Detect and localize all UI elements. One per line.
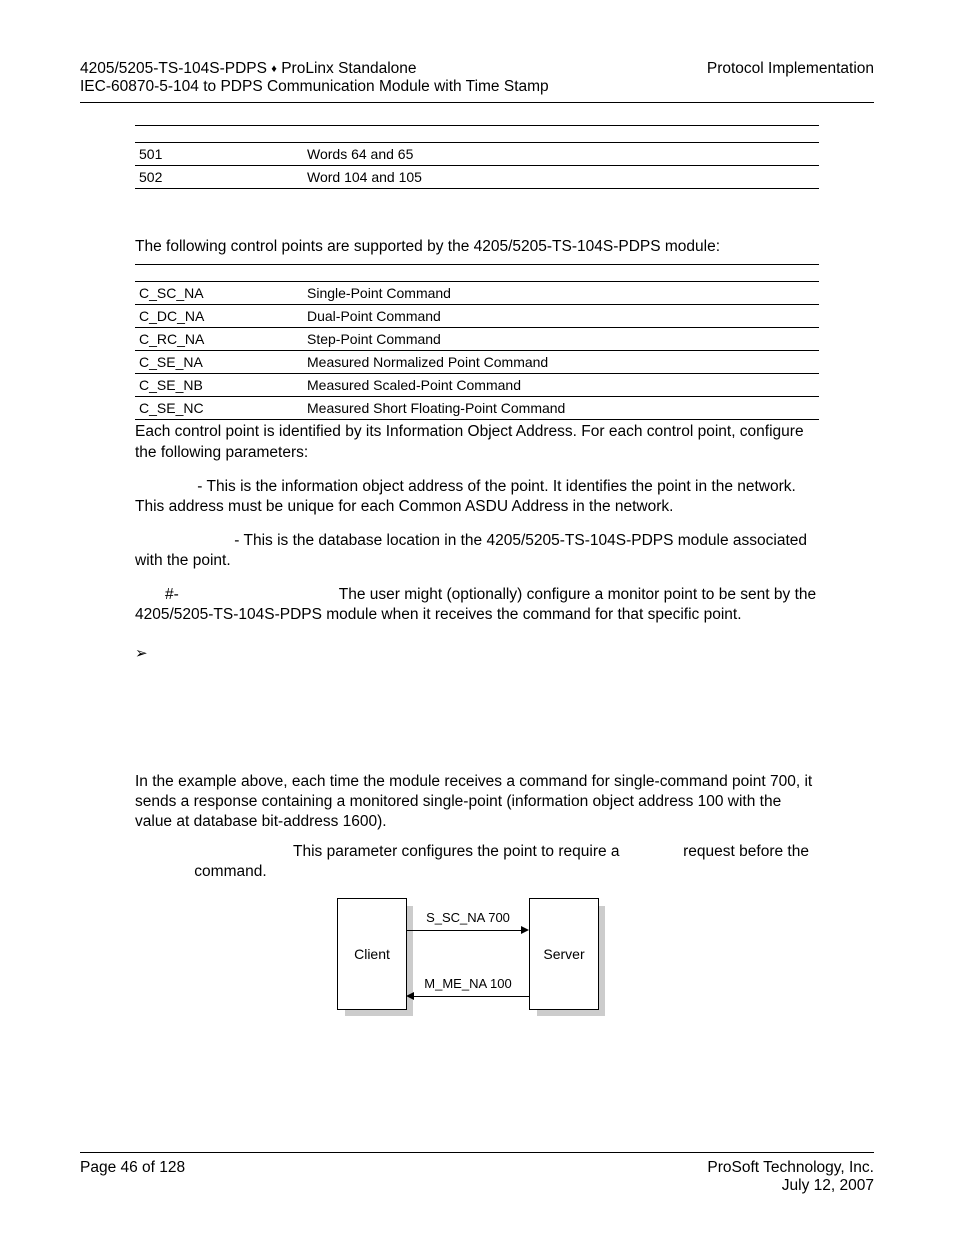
page-header: 4205/5205-TS-104S-PDPS ♦ ProLinx Standal… (80, 60, 874, 103)
cell: C_SC_NA (135, 282, 303, 305)
header-right-line1: Protocol Implementation (707, 60, 874, 78)
header-left-line1: 4205/5205-TS-104S-PDPS ♦ ProLinx Standal… (80, 60, 417, 78)
cell: Measured Normalized Point Command (303, 351, 819, 374)
table-row: C_SC_NASingle-Point Command (135, 282, 819, 305)
example-paragraph: In the example above, each time the modu… (135, 772, 819, 832)
control-points-table: C_SC_NASingle-Point Command C_DC_NADual-… (135, 264, 819, 420)
cell: C_DC_NA (135, 305, 303, 328)
cell: Single-Point Command (303, 282, 819, 305)
bottom-arrow-label: M_ME_NA 100 (413, 976, 523, 991)
param-db: - This is the database location in the 4… (135, 531, 819, 571)
table-row: C_SE_NBMeasured Scaled-Point Command (135, 374, 819, 397)
server-box: Server (529, 898, 599, 1010)
param-point: - This is the information object address… (135, 477, 819, 517)
cell: Word 104 and 105 (303, 166, 819, 189)
arrow-bullet-icon: ➢ (135, 645, 148, 662)
intro-paragraph: The following control points are support… (135, 237, 819, 256)
table-row: C_SE_NCMeasured Short Floating-Point Com… (135, 397, 819, 420)
table-row: 501 Words 64 and 65 (135, 143, 819, 166)
client-server-figure: Client Server S_SC_NA 700 M_ME_NA 100 (337, 896, 617, 1036)
client-box: Client (337, 898, 407, 1010)
ps-a: This parameter configures the point to r… (293, 843, 624, 860)
param-point-text: - This is the information object address… (135, 478, 796, 515)
ps-c: command. (190, 863, 267, 880)
footer-left: Page 46 of 128 (80, 1159, 185, 1195)
header-product: 4205/5205-TS-104S-PDPS (80, 60, 271, 77)
hash: #- (165, 586, 179, 603)
param-select: This parameter configures the point to r… (135, 842, 819, 882)
cell: Measured Scaled-Point Command (303, 374, 819, 397)
cell: Step-Point Command (303, 328, 819, 351)
cell: Measured Short Floating-Point Command (303, 397, 819, 420)
cell: 502 (135, 166, 303, 189)
header-brand: ProLinx Standalone (277, 60, 417, 77)
words-table: 501 Words 64 and 65 502 Word 104 and 105 (135, 125, 819, 189)
table-row: C_DC_NADual-Point Command (135, 305, 819, 328)
ps-b: request before the (679, 843, 809, 860)
header-left-line2: IEC-60870-5-104 to PDPS Communication Mo… (80, 78, 874, 96)
footer-company: ProSoft Technology, Inc. (707, 1159, 874, 1177)
table-row: 502 Word 104 and 105 (135, 166, 819, 189)
param-monitor-text: The user might (optionally) configure a … (135, 586, 816, 623)
cell: Dual-Point Command (303, 305, 819, 328)
cell: Words 64 and 65 (303, 143, 819, 166)
cell: C_SE_NC (135, 397, 303, 420)
table-row: C_RC_NAStep-Point Command (135, 328, 819, 351)
table-row: C_SE_NAMeasured Normalized Point Command (135, 351, 819, 374)
param-db-text: - This is the database location in the 4… (135, 532, 807, 569)
cell: C_SE_NA (135, 351, 303, 374)
cell: C_RC_NA (135, 328, 303, 351)
footer-date: July 12, 2007 (707, 1177, 874, 1195)
page-footer: Page 46 of 128 ProSoft Technology, Inc. … (80, 1152, 874, 1195)
param-monitor: #-The user might (optionally) configure … (135, 585, 819, 625)
bullet-item: ➢ (135, 644, 819, 662)
cell: 501 (135, 143, 303, 166)
after-table-paragraph: Each control point is identified by its … (135, 422, 819, 462)
top-arrow-label: S_SC_NA 700 (413, 910, 523, 925)
cell: C_SE_NB (135, 374, 303, 397)
